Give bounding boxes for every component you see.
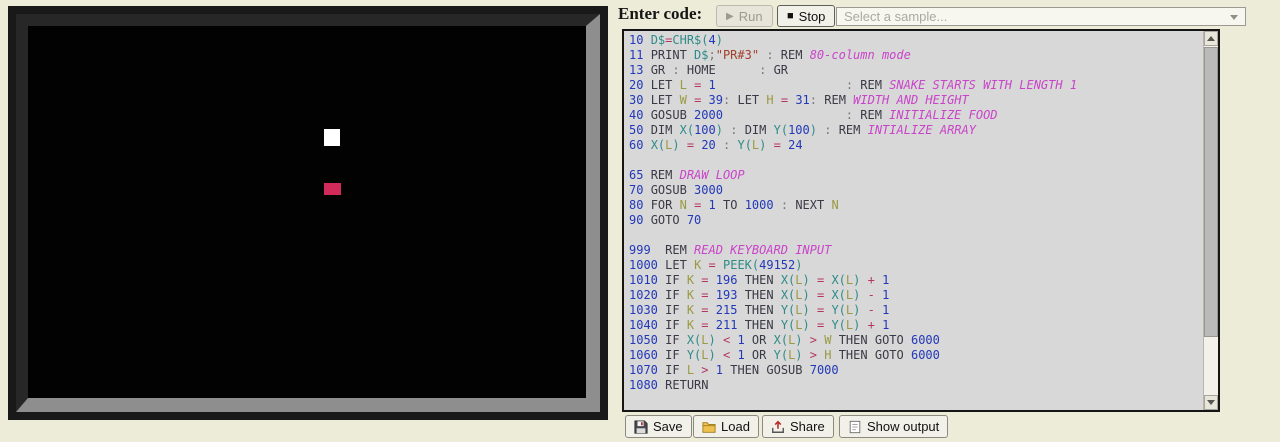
code-line: 1070 IF L > 1 THEN GOSUB 7000 bbox=[629, 363, 1218, 378]
code-line: 1060 IF Y(L) < 1 OR Y(L) > H THEN GOTO 6… bbox=[629, 348, 1218, 363]
code-line: 90 GOTO 70 bbox=[629, 213, 1218, 228]
run-icon: ▶ bbox=[726, 11, 734, 22]
code-line: 11 PRINT D$;"PR#3" : REM 80-column mode bbox=[629, 48, 1218, 63]
scroll-up-button[interactable] bbox=[1204, 31, 1218, 46]
scroll-down-button[interactable] bbox=[1204, 395, 1218, 410]
sample-select-placeholder: Select a sample... bbox=[844, 9, 947, 24]
load-button-label: Load bbox=[721, 419, 750, 434]
editor-scrollbar[interactable] bbox=[1203, 31, 1218, 410]
save-button-label: Save bbox=[653, 419, 683, 434]
scrollbar-thumb[interactable] bbox=[1204, 47, 1218, 337]
enter-code-label: Enter code: bbox=[618, 4, 702, 24]
code-line: 80 FOR N = 1 TO 1000 : NEXT N bbox=[629, 198, 1218, 213]
run-button-label: Run bbox=[739, 9, 763, 24]
code-line: 1010 IF K = 196 THEN X(L) = X(L) + 1 bbox=[629, 273, 1218, 288]
code-line: 13 GR : HOME : GR bbox=[629, 63, 1218, 78]
code-line: 1050 IF X(L) < 1 OR X(L) > W THEN GOTO 6… bbox=[629, 333, 1218, 348]
share-icon bbox=[771, 420, 785, 434]
folder-icon bbox=[702, 420, 716, 434]
arrow-up-icon bbox=[1207, 36, 1215, 41]
emulator-screen[interactable] bbox=[28, 26, 586, 398]
show-output-button[interactable]: Show output bbox=[839, 415, 948, 438]
food-block bbox=[324, 183, 341, 195]
code-line: 50 DIM X(100) : DIM Y(100) : REM INTIALI… bbox=[629, 123, 1218, 138]
chevron-down-icon bbox=[1230, 15, 1238, 20]
emulator-monitor bbox=[8, 6, 608, 420]
code-line: 65 REM DRAW LOOP bbox=[629, 168, 1218, 183]
show-output-button-label: Show output bbox=[867, 419, 939, 434]
code-line: 1040 IF K = 211 THEN Y(L) = Y(L) + 1 bbox=[629, 318, 1218, 333]
code-line: 60 X(L) = 20 : Y(L) = 24 bbox=[629, 138, 1218, 153]
code-line: 1030 IF K = 215 THEN Y(L) = Y(L) - 1 bbox=[629, 303, 1218, 318]
stop-icon: ■ bbox=[787, 10, 794, 22]
code-line: 1020 IF K = 193 THEN X(L) = X(L) - 1 bbox=[629, 288, 1218, 303]
code-line bbox=[629, 153, 1218, 168]
share-button-label: Share bbox=[790, 419, 825, 434]
code-line bbox=[629, 228, 1218, 243]
code-line: 30 LET W = 39: LET H = 31: REM WIDTH AND… bbox=[629, 93, 1218, 108]
snake-block bbox=[324, 129, 340, 146]
code-line: 1000 LET K = PEEK(49152) bbox=[629, 258, 1218, 273]
code-line: 40 GOSUB 2000 : REM INITIALIZE FOOD bbox=[629, 108, 1218, 123]
code-line: 70 GOSUB 3000 bbox=[629, 183, 1218, 198]
sample-select[interactable]: Select a sample... bbox=[836, 7, 1246, 26]
document-icon bbox=[848, 420, 862, 434]
code-line: 1999 REM INITIALIZE FOOD bbox=[629, 408, 1218, 412]
stop-button-label: Stop bbox=[799, 9, 826, 24]
save-button[interactable]: Save bbox=[625, 415, 692, 438]
code-line: 1080 RETURN bbox=[629, 378, 1218, 393]
share-button[interactable]: Share bbox=[762, 415, 834, 438]
code-text[interactable]: 10 D$=CHR$(4)11 PRINT D$;"PR#3" : REM 80… bbox=[624, 31, 1218, 412]
arrow-down-icon bbox=[1207, 400, 1215, 405]
floppy-icon bbox=[634, 420, 648, 434]
code-line: 999 REM READ KEYBOARD INPUT bbox=[629, 243, 1218, 258]
stop-button[interactable]: ■ Stop bbox=[777, 5, 835, 27]
code-line: 10 D$=CHR$(4) bbox=[629, 33, 1218, 48]
code-line bbox=[629, 393, 1218, 408]
monitor-bezel bbox=[16, 14, 600, 412]
run-button[interactable]: ▶ Run bbox=[716, 5, 773, 27]
code-line: 20 LET L = 1 : REM SNAKE STARTS WITH LEN… bbox=[629, 78, 1218, 93]
load-button[interactable]: Load bbox=[693, 415, 759, 438]
code-editor[interactable]: 10 D$=CHR$(4)11 PRINT D$;"PR#3" : REM 80… bbox=[622, 29, 1220, 412]
